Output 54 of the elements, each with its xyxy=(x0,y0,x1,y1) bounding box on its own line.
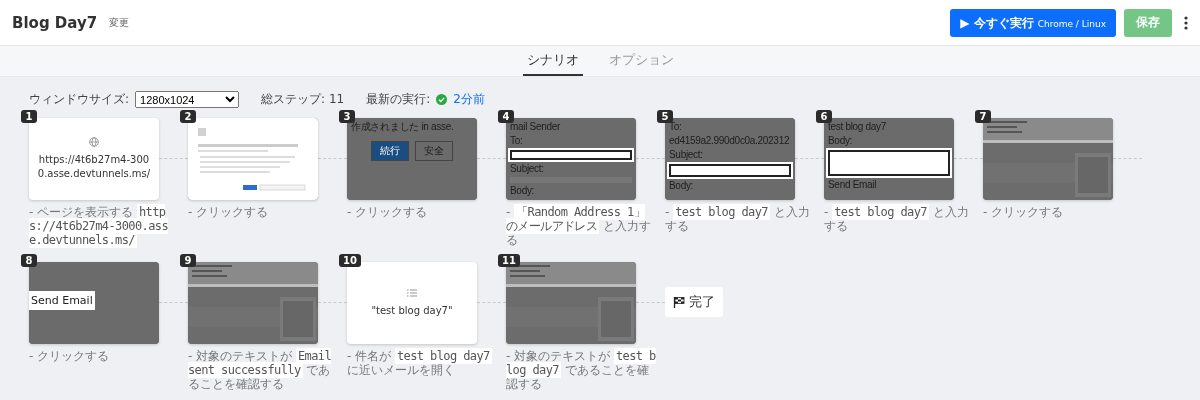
step-number: 3 xyxy=(339,110,355,123)
step-description: - 対象のテキストが test blog day7 であることを確認する xyxy=(506,349,656,391)
step-number: 6 xyxy=(816,110,832,123)
list-icon xyxy=(407,288,417,298)
screenshot-text: Subject: xyxy=(669,149,704,161)
screenshot-text: To: xyxy=(510,135,524,147)
screenshot-button: 安全 xyxy=(415,141,453,161)
step-number: 10 xyxy=(339,254,361,267)
last-run-label: 最新の実行: xyxy=(366,91,431,108)
step-description: - 「Random Address 1」のメールアドレス と入力する xyxy=(506,205,653,247)
step-description: - 対象のテキストが Email sent successfully であることを確認する xyxy=(188,349,333,391)
tab[interactable]: シナリオ xyxy=(522,46,583,76)
step-description: - 件名が test blog day7 に近いメールを開く xyxy=(347,349,493,377)
window-size-label: ウィンドウサイズ: xyxy=(29,91,130,108)
step-description: - クリックする xyxy=(188,205,270,219)
screenshot-text: To: xyxy=(669,121,683,133)
step-number: 7 xyxy=(975,110,991,123)
email-subject: "test blog day7" xyxy=(370,304,454,318)
run-now-button[interactable]: ▶ 今すぐ実行 Chrome / Linux xyxy=(950,8,1116,37)
screenshot-text: ed4159a2.990d0c0a.202312 xyxy=(669,135,791,147)
last-run-link[interactable]: 2分前 xyxy=(453,91,485,108)
screenshot-text: mail Sender xyxy=(510,121,562,133)
step-description: - test blog day7 と入力する xyxy=(824,205,970,233)
screenshot-button: 続行 xyxy=(371,141,409,161)
step-number: 8 xyxy=(21,254,37,267)
total-steps: 総ステップ: 11 xyxy=(261,91,345,108)
flag-icon xyxy=(673,296,685,308)
finish-label: 完了 xyxy=(689,293,715,311)
window-size-select[interactable]: 1280x1024 xyxy=(135,91,240,108)
screenshot-text: 作成されました in asse. xyxy=(351,121,455,133)
step-number: 5 xyxy=(657,110,673,123)
check-icon xyxy=(436,94,448,105)
step-number: 2 xyxy=(180,110,196,123)
step-description: - ページを表示する https://4t6b27m4-3000.asse.devtunnels.ms/ xyxy=(29,205,170,247)
page-url: https://4t6b27m4-3000.asse.devtunnels.ms/ xyxy=(36,153,152,181)
step-number: 9 xyxy=(180,254,196,267)
screenshot-text: Body: xyxy=(828,135,854,147)
step-number: 4 xyxy=(498,110,514,123)
screenshot-text: Send Email xyxy=(29,291,95,310)
screenshot-text: test blog day7 xyxy=(828,121,888,133)
step-number: 11 xyxy=(498,254,520,267)
step-description: - クリックする xyxy=(347,205,429,219)
step-description: - クリックする xyxy=(29,349,111,363)
scenario-title: Blog Day7 xyxy=(12,13,98,32)
screenshot-text: Body: xyxy=(669,180,695,192)
step-description: - クリックする xyxy=(983,205,1065,219)
globe-icon xyxy=(89,137,99,147)
step-number: 1 xyxy=(21,110,37,123)
screenshot-text: Body: xyxy=(510,185,536,197)
screenshot-text: Subject: xyxy=(510,162,545,175)
screenshot-text: Send Email xyxy=(828,179,878,191)
more-icon[interactable] xyxy=(1184,15,1188,30)
rename-link[interactable]: 変更 xyxy=(109,15,130,30)
step-description: - test blog day7 と入力する xyxy=(665,205,811,233)
